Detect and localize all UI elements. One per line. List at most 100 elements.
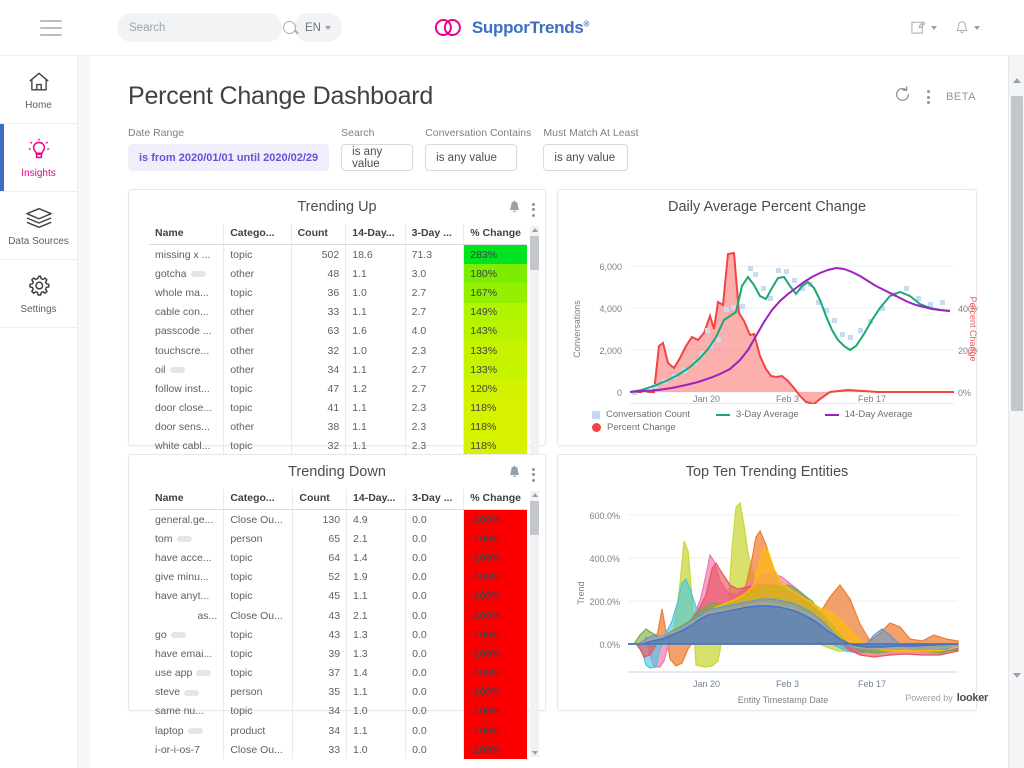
column-header[interactable]: Name: [149, 489, 224, 510]
cell-percent-change: -100%: [464, 683, 527, 702]
table-row[interactable]: have emai...topic391.30.0-100%: [149, 644, 527, 663]
legend-item-14-day-average[interactable]: 14-Day Average: [825, 409, 913, 420]
filter-value[interactable]: is any value: [543, 144, 628, 171]
cell-count: 502: [291, 245, 346, 265]
cell-category: other: [224, 264, 291, 283]
refresh-button[interactable]: [894, 86, 911, 108]
tile-daily-average-percent-change: Daily Average Percent Change: [557, 189, 977, 446]
cell-count: 52: [293, 568, 347, 587]
table-row[interactable]: general.ge...Close Ou...1304.90.0-100%: [149, 510, 527, 530]
tile-title: Trending Down: [288, 464, 386, 480]
table-row[interactable]: touchscre...other321.02.3133%: [149, 341, 527, 360]
table-row[interactable]: whole ma...topic361.02.7167%: [149, 283, 527, 302]
table-row[interactable]: laptopproduct341.10.0-100%: [149, 721, 527, 740]
scrollbar-thumb[interactable]: [1011, 96, 1023, 411]
daily-average-chart: 0 2,000 4,000 6,000 0% 200% 400% Jan 20 …: [558, 224, 978, 404]
scroll-up-icon[interactable]: [532, 228, 538, 232]
filter-value[interactable]: is any value: [425, 144, 517, 171]
table-row[interactable]: i-or-i-os-7Close Ou...331.00.0-100%: [149, 740, 527, 759]
cell-14-day: 18.6: [346, 245, 405, 265]
cell-percent-change: -100%: [464, 644, 527, 663]
tile-header: Trending Up: [129, 190, 545, 224]
column-header[interactable]: Count: [291, 224, 346, 245]
svg-text:Feb 17: Feb 17: [858, 394, 886, 404]
table-row[interactable]: tomperson652.10.0-100%: [149, 529, 527, 548]
legend-item-conversation-count[interactable]: Conversation Count: [592, 409, 690, 420]
sidebar-item-insights[interactable]: Insights: [0, 124, 77, 192]
column-header[interactable]: Catego...: [224, 489, 293, 510]
table-row[interactable]: cable con...other331.12.7149%: [149, 303, 527, 322]
table-row[interactable]: missing x ...topic50218.671.3283%: [149, 245, 527, 265]
sidebar-item-settings[interactable]: Settings: [0, 260, 77, 328]
legend-item-percent-change[interactable]: Percent Change: [592, 422, 918, 433]
alert-button[interactable]: [508, 465, 521, 484]
cell-count: 130: [293, 510, 347, 530]
beta-badge: BETA: [946, 91, 976, 103]
table-scrollbar[interactable]: [530, 491, 539, 757]
cell-count: 35: [293, 683, 347, 702]
column-header[interactable]: 14-Day...: [347, 489, 406, 510]
alert-button[interactable]: [508, 200, 521, 219]
sidebar-item-label: Data Sources: [8, 236, 69, 247]
notifications-button[interactable]: [955, 20, 980, 35]
sidebar-item-data-sources[interactable]: Data Sources: [0, 192, 77, 260]
bell-icon: [508, 200, 521, 214]
column-header[interactable]: Name: [149, 224, 224, 245]
column-header[interactable]: % Change: [464, 224, 527, 245]
language-selector[interactable]: EN: [294, 13, 342, 42]
search-input[interactable]: [117, 13, 282, 42]
column-header[interactable]: % Change: [464, 489, 527, 510]
filter-value[interactable]: is any value: [341, 144, 413, 171]
table-row[interactable]: passcode ...other631.64.0143%: [149, 322, 527, 341]
column-header[interactable]: 14-Day...: [346, 224, 405, 245]
page-scrollbar[interactable]: [1008, 56, 1024, 768]
table-row[interactable]: give minu...topic521.90.0-100%: [149, 568, 527, 587]
cell-name: general.ge...: [149, 510, 224, 530]
compose-button[interactable]: [911, 20, 937, 35]
column-header[interactable]: Count: [293, 489, 347, 510]
cell-count: 34: [293, 721, 347, 740]
language-label: EN: [305, 22, 321, 34]
cell-name: use app: [149, 664, 224, 683]
table-row[interactable]: steveperson351.10.0-100%: [149, 683, 527, 702]
svg-text:Trend: Trend: [576, 581, 586, 604]
dashboard-menu-button[interactable]: [927, 90, 930, 104]
scroll-down-icon[interactable]: [1013, 673, 1021, 678]
filter-label: Conversation Contains: [425, 127, 531, 139]
scrollbar-thumb[interactable]: [530, 236, 539, 270]
cell-name: give minu...: [149, 568, 224, 587]
column-header[interactable]: 3-Day ...: [405, 224, 464, 245]
table-row[interactable]: oilother341.12.7133%: [149, 360, 527, 379]
table-row[interactable]: have acce...topic641.40.0-100%: [149, 548, 527, 567]
cell-category: topic: [224, 283, 291, 302]
table-scrollbar[interactable]: [530, 226, 539, 492]
scroll-up-icon[interactable]: [1013, 78, 1021, 83]
cell-category: other: [224, 341, 291, 360]
table-row[interactable]: use apptopic371.40.0-100%: [149, 664, 527, 683]
table-row[interactable]: gotchaother481.13.0180%: [149, 264, 527, 283]
column-header[interactable]: Catego...: [224, 224, 291, 245]
search-field[interactable]: [129, 22, 283, 34]
table-row[interactable]: have anyt...topic451.10.0-100%: [149, 587, 527, 606]
column-header[interactable]: 3-Day ...: [406, 489, 464, 510]
cell-count: 38: [291, 418, 346, 437]
table-row[interactable]: door close...topic411.12.3118%: [149, 399, 527, 418]
scroll-down-icon[interactable]: [532, 751, 538, 755]
table-row[interactable]: door sens...other381.12.3118%: [149, 418, 527, 437]
scroll-up-icon[interactable]: [532, 493, 538, 497]
legend-item-3-day-average[interactable]: 3-Day Average: [716, 409, 799, 420]
tile-menu-button[interactable]: [532, 468, 535, 482]
tile-menu-button[interactable]: [532, 203, 535, 217]
looker-logo: looker: [957, 692, 988, 704]
sidebar-item-home[interactable]: Home: [0, 56, 77, 124]
table-row[interactable]: same nu...topic341.00.0-100%: [149, 702, 527, 721]
cell-category: other: [224, 418, 291, 437]
cell-3-day: 0.0: [406, 702, 464, 721]
filter-value[interactable]: is from 2020/01/01 until 2020/02/29: [128, 144, 329, 171]
table-row[interactable]: as...Close Ou...432.10.0-100%: [149, 606, 527, 625]
table-row[interactable]: gotopic431.30.0-100%: [149, 625, 527, 644]
scrollbar-thumb[interactable]: [530, 501, 539, 535]
hamburger-icon[interactable]: [40, 20, 62, 36]
table-row[interactable]: follow inst...topic471.22.7120%: [149, 379, 527, 398]
cell-3-day: 0.0: [406, 625, 464, 644]
